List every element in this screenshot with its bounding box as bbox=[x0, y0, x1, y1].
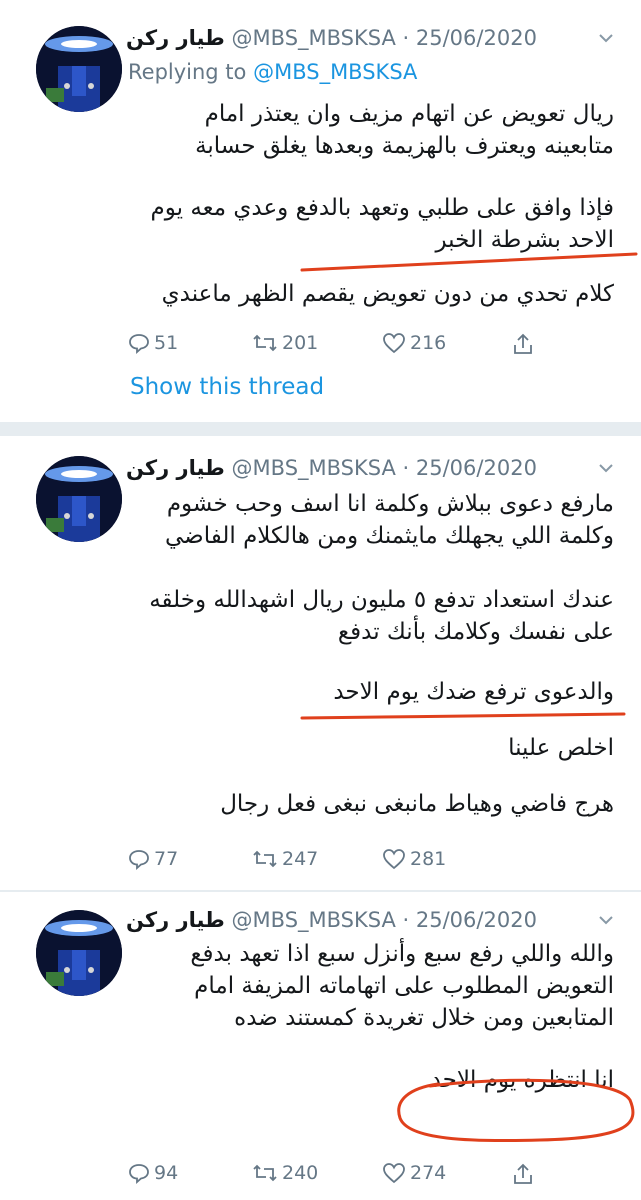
share-button[interactable] bbox=[512, 1162, 538, 1186]
tweet-text: ريال تعويض عن اتهام مزيف وان يعتذر امام … bbox=[195, 101, 614, 159]
tweet-2[interactable]: طيار ركن @MBS_MBSKSA · 25/06/2020 مارفع … bbox=[0, 436, 641, 890]
retweet-count: 201 bbox=[282, 332, 319, 354]
reply-count: 94 bbox=[154, 1162, 179, 1184]
tweet-actions: 94 240 274 bbox=[128, 1162, 548, 1194]
avatar[interactable] bbox=[36, 26, 122, 112]
reply-button[interactable]: 77 bbox=[128, 848, 178, 870]
tweet-header: طيار ركن @MBS_MBSKSA · 25/06/2020 bbox=[126, 456, 641, 490]
tweet-text: انا انتظره يوم الاحد bbox=[430, 1067, 614, 1093]
like-button[interactable]: 281 bbox=[382, 848, 446, 870]
tweet-header: طيار ركن @MBS_MBSKSA · 25/06/2020 bbox=[126, 26, 641, 60]
tweet-body: مارفع دعوى ببلاش وكلمة انا اسف وحب خشوم … bbox=[128, 488, 614, 820]
chevron-down-icon[interactable] bbox=[597, 458, 615, 482]
author-name[interactable]: طيار ركن bbox=[126, 908, 225, 932]
retweet-icon bbox=[253, 850, 277, 868]
retweet-count: 247 bbox=[282, 848, 319, 870]
share-icon bbox=[514, 1163, 532, 1184]
reply-icon bbox=[129, 850, 149, 870]
chevron-down-icon[interactable] bbox=[597, 28, 615, 52]
tweet-text: هرج فاضي وهياط مانبغى نبغى فعل رجال bbox=[220, 791, 614, 817]
retweet-icon bbox=[253, 1164, 277, 1182]
like-icon bbox=[383, 849, 405, 870]
tweet-actions: 77 247 281 bbox=[128, 848, 548, 880]
tweet-actions: 51 201 216 bbox=[128, 332, 548, 364]
share-icon bbox=[514, 333, 532, 354]
reply-count: 51 bbox=[154, 332, 179, 354]
tweet-body: والله واللي رفع سبع وأنزل سبع اذا تعهد ب… bbox=[128, 938, 614, 1096]
tweet-1[interactable]: طيار ركن @MBS_MBSKSA · 25/06/2020 Replyi… bbox=[0, 0, 641, 422]
avatar[interactable] bbox=[36, 456, 122, 542]
divider bbox=[0, 422, 641, 436]
like-count: 216 bbox=[410, 332, 447, 354]
share-button[interactable] bbox=[512, 332, 538, 356]
tweet-text: والله واللي رفع سبع وأنزل سبع اذا تعهد ب… bbox=[190, 941, 614, 1031]
reply-button[interactable]: 51 bbox=[128, 332, 178, 354]
tweet-text: فإذا وافق على طلبي وتعهد بالدفع وعدي معه… bbox=[150, 195, 614, 253]
retweet-count: 240 bbox=[282, 1162, 319, 1184]
retweet-button[interactable]: 201 bbox=[252, 332, 318, 354]
retweet-button[interactable]: 240 bbox=[252, 1162, 318, 1184]
like-button[interactable]: 274 bbox=[382, 1162, 446, 1184]
replying-prefix: Replying to bbox=[128, 60, 254, 84]
like-count: 274 bbox=[410, 1162, 447, 1184]
like-icon bbox=[383, 1163, 405, 1184]
retweet-icon bbox=[253, 334, 277, 352]
tweet-text: كلام تحدي من دون تعويض يقصم الظهر ماعندي bbox=[161, 281, 614, 307]
tweet-text: اخلص علينا bbox=[508, 735, 614, 761]
tweet-header: طيار ركن @MBS_MBSKSA · 25/06/2020 bbox=[126, 908, 641, 942]
avatar[interactable] bbox=[36, 910, 122, 996]
like-icon bbox=[383, 333, 405, 354]
handle-date[interactable]: @MBS_MBSKSA · 25/06/2020 bbox=[232, 456, 537, 480]
tweet-text: عندك استعداد تدفع ٥ مليون ريال اشهدالله … bbox=[149, 587, 614, 645]
chevron-down-icon[interactable] bbox=[597, 910, 615, 934]
tweet-3[interactable]: طيار ركن @MBS_MBSKSA · 25/06/2020 والله … bbox=[0, 892, 641, 1200]
tweet-text: والدعوى ترفع ضدك يوم الاحد bbox=[333, 679, 614, 705]
handle-date[interactable]: @MBS_MBSKSA · 25/06/2020 bbox=[232, 908, 537, 932]
reply-count: 77 bbox=[154, 848, 179, 870]
like-count: 281 bbox=[410, 848, 447, 870]
reply-button[interactable]: 94 bbox=[128, 1162, 178, 1184]
handle-date[interactable]: @MBS_MBSKSA · 25/06/2020 bbox=[232, 26, 537, 50]
author-name[interactable]: طيار ركن bbox=[126, 26, 225, 50]
tweet-text: مارفع دعوى ببلاش وكلمة انا اسف وحب خشوم … bbox=[165, 491, 614, 549]
reply-icon bbox=[129, 334, 149, 354]
reply-icon bbox=[129, 1164, 149, 1184]
show-thread-link[interactable]: Show this thread bbox=[130, 374, 324, 400]
like-button[interactable]: 216 bbox=[382, 332, 446, 354]
retweet-button[interactable]: 247 bbox=[252, 848, 318, 870]
tweet-body: ريال تعويض عن اتهام مزيف وان يعتذر امام … bbox=[128, 98, 614, 310]
replying-to: Replying to @MBS_MBSKSA bbox=[128, 60, 417, 84]
author-name[interactable]: طيار ركن bbox=[126, 456, 225, 480]
reply-handle-link[interactable]: @MBS_MBSKSA bbox=[253, 60, 417, 84]
